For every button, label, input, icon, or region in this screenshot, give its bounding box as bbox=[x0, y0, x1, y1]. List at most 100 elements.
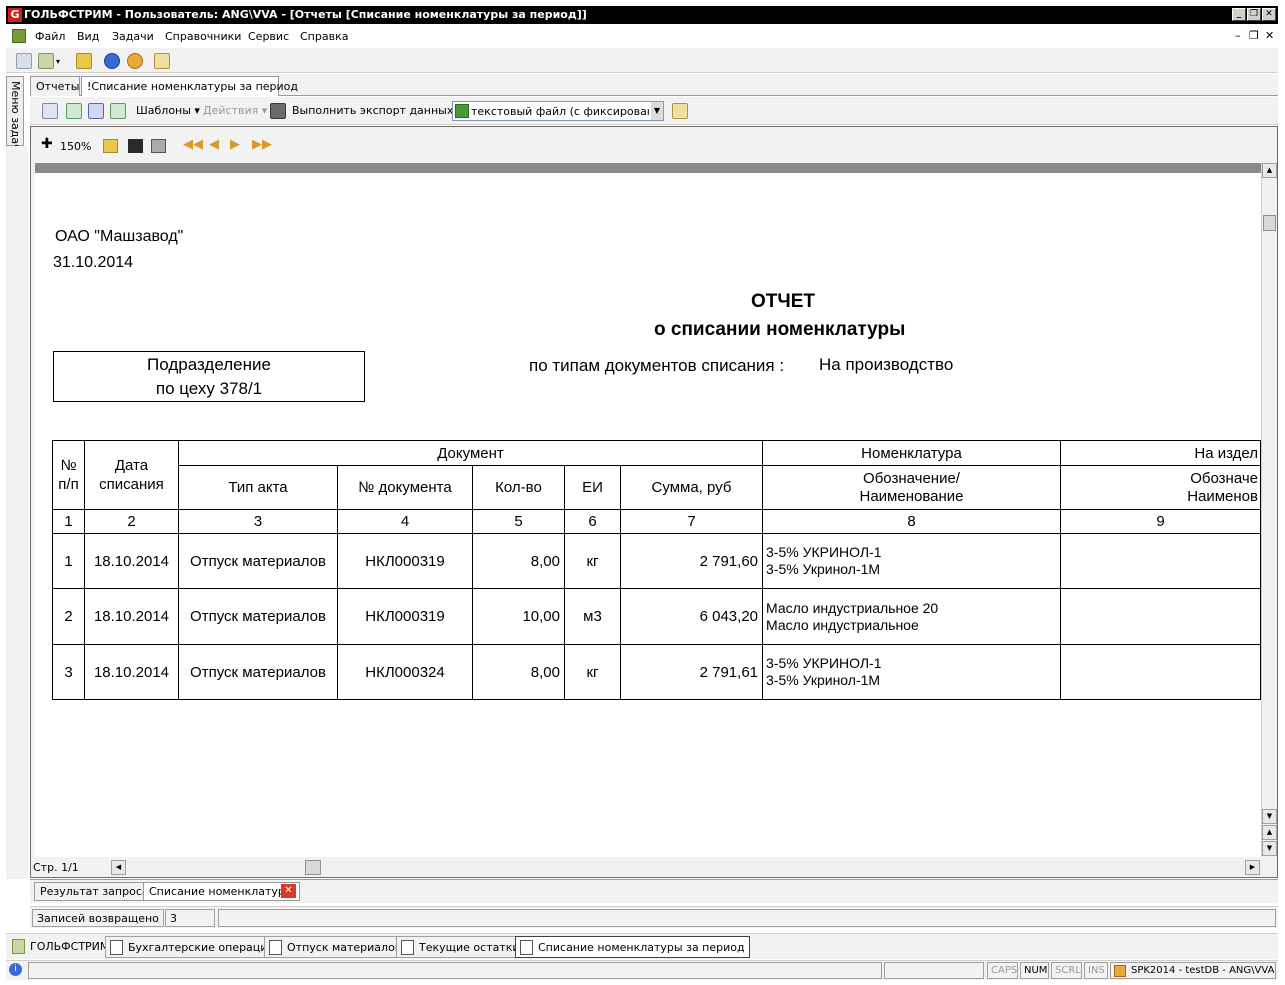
zoom-icon[interactable]: ✚ bbox=[41, 136, 56, 152]
cell-nomenclature: Масло индустриальное 20 Масло индустриаль… bbox=[762, 588, 1061, 645]
col-header-date: Дата списания bbox=[84, 440, 179, 510]
window-title-bar: G ГОЛЬФСТРИМ - Пользователь: ANG\VVA - [… bbox=[6, 6, 1278, 24]
last-page-icon[interactable]: ▶▶ bbox=[252, 137, 272, 152]
app-logo-icon[interactable]: G bbox=[8, 8, 22, 22]
col-header-num: № п/п bbox=[52, 440, 85, 510]
report-subtitle: о списании номенклатуры bbox=[654, 319, 906, 340]
menu-help[interactable]: Справка bbox=[300, 30, 348, 43]
task-bar: ГОЛЬФСТРИМ Бухгалтерские операции Отпуск… bbox=[6, 933, 1278, 959]
task-current-balances[interactable]: Текущие остатки bbox=[396, 936, 525, 958]
info-icon[interactable] bbox=[127, 53, 143, 69]
task-accounting-operations[interactable]: Бухгалтерские операции bbox=[105, 936, 280, 958]
zoom-level[interactable]: 150% bbox=[60, 140, 91, 153]
minimize-button[interactable]: _ bbox=[1232, 8, 1246, 21]
mdi-minimize-button[interactable]: – bbox=[1235, 29, 1241, 42]
scroll-lock-indicator: SCRL bbox=[1051, 962, 1082, 979]
app-menu-icon[interactable] bbox=[12, 29, 26, 43]
scroll-up-icon[interactable]: ▲ bbox=[1262, 163, 1277, 178]
department-value: по цеху 378/1 bbox=[155, 379, 263, 398]
task-material-issue[interactable]: Отпуск материалов bbox=[264, 936, 407, 958]
nomenclature-code: Масло индустриальное 20 bbox=[766, 599, 939, 616]
doc-type-value: На производство bbox=[819, 355, 954, 374]
info-icon[interactable]: i bbox=[9, 963, 22, 976]
task-write-off-report[interactable]: Списание номенклатуры за период bbox=[515, 936, 750, 958]
close-button[interactable]: ✕ bbox=[1262, 8, 1276, 21]
status-message bbox=[28, 962, 882, 979]
templates-menu[interactable]: Шаблоны ▾ bbox=[136, 104, 200, 117]
company-name: ОАО "Машзавод" bbox=[55, 228, 184, 245]
app-icon bbox=[12, 939, 25, 954]
scroll-right-icon[interactable]: ▶ bbox=[1245, 860, 1260, 875]
report-date: 31.10.2014 bbox=[53, 254, 134, 271]
prev-page-icon[interactable]: ◀ bbox=[209, 137, 224, 152]
new-window-icon[interactable] bbox=[16, 53, 32, 69]
menu-service[interactable]: Сервис bbox=[248, 30, 289, 43]
horizontal-scroll-thumb[interactable] bbox=[305, 860, 321, 875]
export-table-icon[interactable] bbox=[110, 103, 126, 119]
mdi-close-button[interactable]: ✕ bbox=[1265, 29, 1274, 42]
col-number: 8 bbox=[762, 509, 1061, 534]
print-icon[interactable] bbox=[151, 139, 166, 153]
menu-view[interactable]: Вид bbox=[77, 30, 99, 43]
dropdown-arrow-icon[interactable]: ▾ bbox=[56, 57, 64, 66]
close-tab-icon[interactable]: ✕ bbox=[281, 884, 296, 898]
scroll-down-icon[interactable]: ▼ bbox=[1262, 809, 1277, 824]
col-header-qty: Кол-во bbox=[472, 465, 565, 510]
menu-references[interactable]: Справочники bbox=[165, 30, 241, 43]
add-icon[interactable] bbox=[38, 53, 54, 69]
next-page-icon[interactable]: ▶ bbox=[230, 137, 245, 152]
document-icon bbox=[520, 940, 533, 955]
num-indicator: NUM bbox=[1020, 962, 1049, 979]
help-icon[interactable] bbox=[104, 53, 120, 69]
viewer-status-bar: Стр. 1/1 ◀ ▶ bbox=[31, 858, 1277, 877]
close-report-icon[interactable] bbox=[672, 103, 688, 119]
cell-date: 18.10.2014 bbox=[84, 644, 179, 700]
export-format-select[interactable]: текстовый файл (с фиксированным ▼ bbox=[452, 101, 664, 121]
actions-menu[interactable]: Действия ▾ bbox=[203, 104, 267, 117]
horizontal-scrollbar[interactable]: ◀ ▶ bbox=[111, 859, 1263, 876]
tab-nomenclature-write-off[interactable]: Списание номенклатуры bbox=[143, 882, 300, 901]
document-icon bbox=[401, 940, 414, 955]
print-preview-icon[interactable] bbox=[42, 103, 58, 119]
cell-sum: 2 791,61 bbox=[620, 644, 763, 700]
vertical-scroll-thumb[interactable] bbox=[1263, 215, 1276, 231]
records-extra bbox=[218, 909, 1276, 927]
task-menu-side-tab[interactable]: Меню задач bbox=[6, 76, 24, 151]
menu-file[interactable]: Файл bbox=[35, 30, 65, 43]
doc-type-label: по типам документов списания : bbox=[529, 356, 785, 375]
vertical-scrollbar[interactable]: ▲ ▼ ▲ ▼ bbox=[1261, 163, 1277, 857]
menu-tasks[interactable]: Задачи bbox=[112, 30, 154, 43]
status-bar: i CAPS NUM SCRL INS SPK2014 - testDB - A… bbox=[6, 960, 1278, 980]
col-number: 7 bbox=[620, 509, 763, 534]
side-tab-label: Меню задач bbox=[9, 81, 22, 151]
cell-qty: 10,00 bbox=[472, 588, 565, 645]
next-page-scroll-icon[interactable]: ▼ bbox=[1262, 841, 1277, 856]
exit-icon[interactable] bbox=[154, 53, 170, 69]
cell-nomenclature: 3-5% УКРИНОЛ-1 3-5% Укринол-1М bbox=[762, 644, 1061, 700]
maximize-button[interactable]: ❐ bbox=[1247, 8, 1261, 21]
chevron-down-icon[interactable]: ▼ bbox=[651, 102, 663, 120]
col-header-designation: Обозначение/ Наименование bbox=[762, 465, 1061, 510]
export-excel-icon[interactable] bbox=[66, 103, 82, 119]
tab-write-off-report[interactable]: !Списание номенклатуры за период bbox=[81, 76, 298, 96]
export-word-icon[interactable] bbox=[88, 103, 104, 119]
col-number: 2 bbox=[84, 509, 179, 534]
task-gulfstream[interactable]: ГОЛЬФСТРИМ bbox=[8, 936, 114, 958]
database-icon bbox=[1114, 965, 1126, 977]
cell-unit: м3 bbox=[564, 588, 621, 645]
cell-date: 18.10.2014 bbox=[84, 533, 179, 589]
tab-reports[interactable]: Отчеты bbox=[30, 76, 80, 96]
save-icon[interactable] bbox=[128, 139, 143, 153]
cell-doc-no: НКЛ000319 bbox=[337, 533, 473, 589]
report-toolbar: Шаблоны ▾ Действия ▾ Выполнить экспорт д… bbox=[30, 97, 1278, 125]
first-page-icon[interactable]: ◀◀ bbox=[183, 137, 203, 152]
tab-query-result[interactable]: Результат запроса bbox=[34, 882, 155, 901]
open-folder-icon[interactable] bbox=[103, 139, 118, 153]
mdi-restore-button[interactable]: ❐ bbox=[1249, 29, 1259, 42]
records-label: Записей возвращено bbox=[32, 909, 164, 927]
export-data-icon[interactable] bbox=[270, 103, 286, 119]
tasks-icon[interactable] bbox=[76, 53, 92, 69]
prev-page-scroll-icon[interactable]: ▲ bbox=[1262, 825, 1277, 840]
scroll-left-icon[interactable]: ◀ bbox=[111, 860, 126, 875]
cell-product bbox=[1060, 644, 1261, 700]
